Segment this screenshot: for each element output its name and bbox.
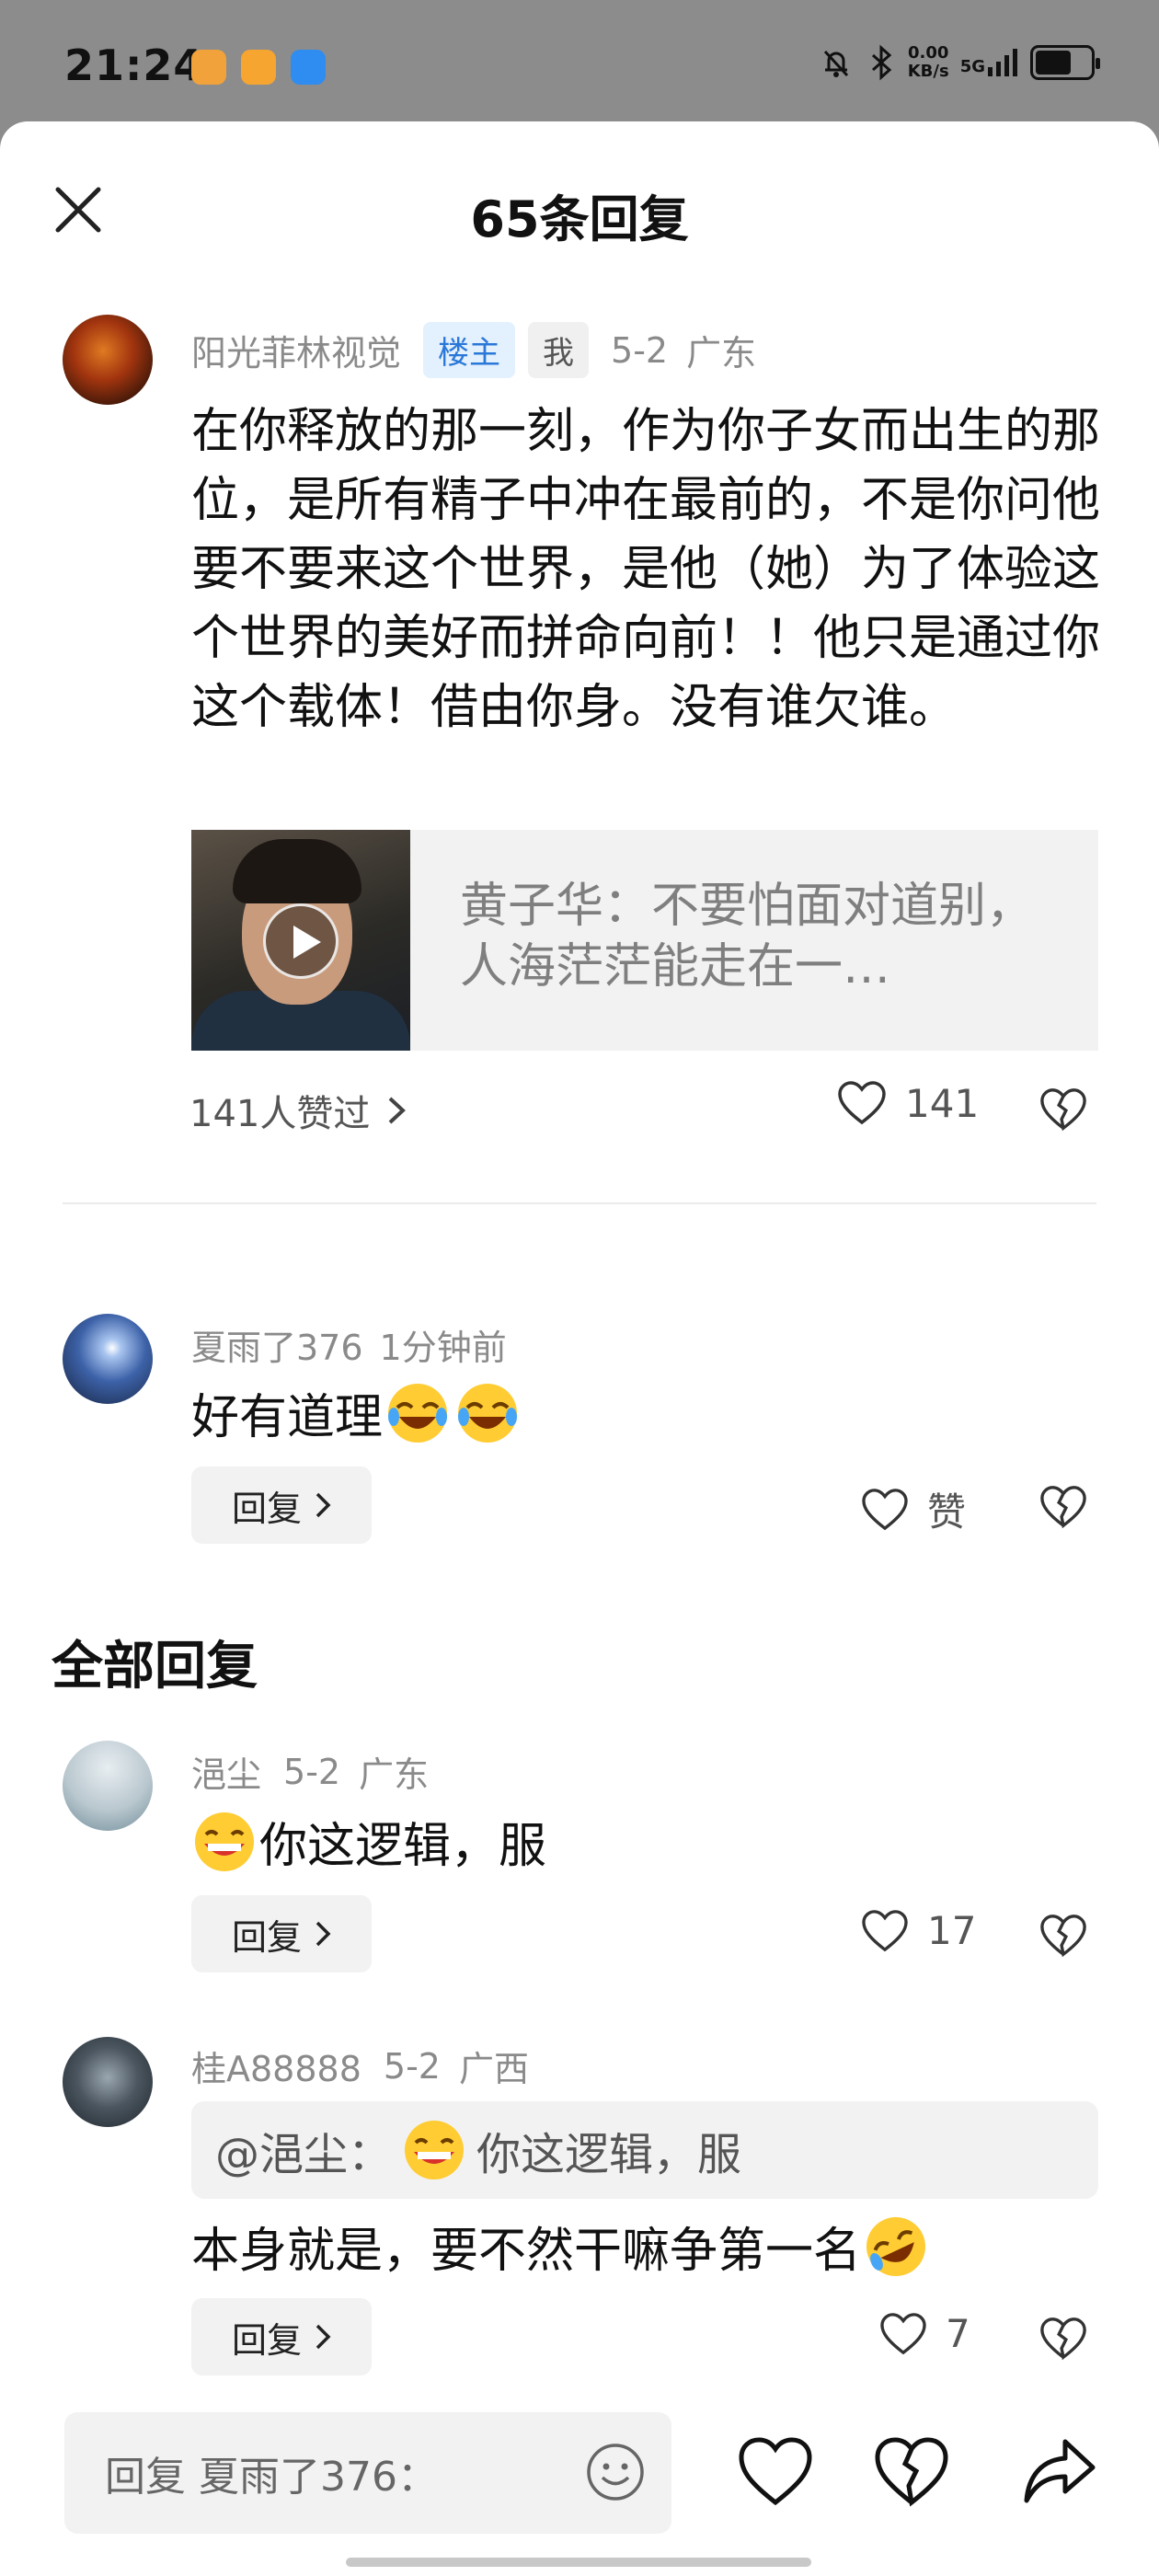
- comment-text-content: 好有道理: [191, 1390, 384, 1445]
- heart-icon: [838, 1081, 886, 1125]
- like-button[interactable]: 141: [837, 1080, 979, 1126]
- like-label: 赞: [927, 1489, 967, 1535]
- reply-button[interactable]: 回复: [191, 1895, 372, 1972]
- chevron-right-icon: [316, 1921, 331, 1947]
- status-time: 21:24: [64, 40, 204, 90]
- reply-button-label: 回复: [231, 2319, 302, 2361]
- comment-text-content: 你这逻辑，服: [259, 1819, 547, 1874]
- bluetooth-icon: [871, 44, 891, 81]
- battery-icon: [1030, 45, 1100, 80]
- like-button[interactable]: 赞: [861, 1481, 966, 1537]
- like-button[interactable]: 7: [879, 2311, 970, 2356]
- replies-sheet: 65条回复 阳光菲林视觉 楼主 我 5-2 广东 在你释放的那一刻，作为你子女而…: [0, 121, 1159, 2576]
- like-count: 7: [946, 2311, 970, 2356]
- comment-meta: 浥尘 5-2 广东: [191, 1746, 429, 1797]
- signal-indicator: 5G: [960, 49, 1019, 76]
- broken-heart-icon[interactable]: [872, 2432, 951, 2512]
- chevron-right-icon: [316, 2324, 331, 2350]
- play-icon[interactable]: [263, 903, 339, 979]
- home-indicator[interactable]: [346, 2558, 811, 2567]
- comment-text: 在你释放的那一刻，作为你子女而出生的那位，是所有精子中冲在最前的，不是你问他要不…: [191, 404, 1101, 735]
- me-badge: 我: [528, 322, 590, 378]
- reply-button-label: 回复: [231, 1488, 302, 1529]
- video-app-notification-icon: [241, 50, 276, 85]
- avatar[interactable]: [63, 1741, 153, 1831]
- rofl-emoji-icon: [866, 2217, 926, 2276]
- author-name[interactable]: 阳光菲林视觉: [191, 325, 401, 375]
- comment-text: 你这逻辑，服: [191, 1809, 1102, 1881]
- chevron-right-icon: [388, 1097, 407, 1124]
- broken-heart-icon[interactable]: [1039, 2315, 1087, 2363]
- avatar[interactable]: [63, 1314, 153, 1404]
- grin-emoji-icon: [195, 1812, 254, 1871]
- signal-bars-icon: [988, 49, 1017, 76]
- comment-meta: 阳光菲林视觉 楼主 我 5-2 广东: [191, 322, 756, 378]
- comment-meta: 夏雨了376 1分钟前: [191, 1319, 507, 1370]
- author-name[interactable]: 桂A88888: [191, 2041, 361, 2091]
- heart-icon: [862, 1909, 908, 1951]
- author-name[interactable]: 浥尘: [191, 1746, 261, 1797]
- quote-author: @浥尘：: [215, 2129, 393, 2180]
- thumbnail-hair: [233, 839, 361, 903]
- signal-type: 5G: [959, 57, 985, 76]
- sheet-title: 65条回复: [470, 190, 689, 248]
- comment-location: 广西: [458, 2049, 529, 2089]
- video-thumbnail[interactable]: [191, 830, 410, 1051]
- broken-heart-icon[interactable]: [1039, 1086, 1087, 1133]
- divider: [63, 1202, 1096, 1204]
- comment-text: 本身就是，要不然干嘛争第一名: [191, 2214, 1102, 2286]
- avatar[interactable]: [63, 315, 153, 405]
- reply-button[interactable]: 回复: [191, 2298, 372, 2375]
- network-speed-unit: KB/s: [907, 62, 949, 81]
- broken-heart-icon[interactable]: [1039, 1912, 1087, 1960]
- sheet-header: 65条回复: [0, 121, 1159, 296]
- video-title: 黄子华：不要怕面对道别，人海茫茫能走在一…: [460, 879, 1035, 995]
- reply-button[interactable]: 回复: [191, 1466, 372, 1544]
- comment-time: 1分钟前: [379, 1328, 507, 1368]
- laugh-cry-emoji-icon: [458, 1384, 518, 1443]
- heart-icon: [880, 2312, 926, 2354]
- reply-input[interactable]: 回复 夏雨了376：: [64, 2412, 671, 2534]
- likes-summary-label: 141人赞过: [189, 1093, 371, 1135]
- like-count: 17: [927, 1908, 977, 1953]
- like-heart-icon[interactable]: [736, 2432, 815, 2512]
- status-indicators: 0.00 KB/s 5G: [818, 44, 1100, 81]
- comment-date: 5-2: [611, 329, 669, 371]
- heart-icon: [862, 1488, 908, 1530]
- comment-date: 5-2: [283, 1751, 341, 1792]
- comment-date: 5-2: [383, 2045, 441, 2087]
- emoji-picker-icon[interactable]: [585, 2442, 646, 2502]
- owner-badge: 楼主: [423, 322, 516, 378]
- app-notification-icon: [291, 50, 326, 85]
- grin-emoji-icon: [405, 2121, 465, 2179]
- comment-text: 好有道理: [191, 1380, 1102, 1453]
- broken-heart-icon[interactable]: [1039, 1483, 1087, 1531]
- network-speed-value: 0.00: [907, 43, 949, 63]
- like-count: 141: [905, 1080, 980, 1126]
- like-button[interactable]: 17: [861, 1908, 976, 1953]
- reply-button-label: 回复: [231, 1916, 302, 1958]
- laugh-cry-emoji-icon: [388, 1384, 448, 1443]
- status-bar: 21:24 0.00 KB/s 5G: [0, 0, 1159, 129]
- reply-input-placeholder: 回复 夏雨了376：: [105, 2454, 438, 2501]
- comment-meta: 桂A88888 5-2 广西: [191, 2041, 529, 2091]
- video-card[interactable]: 黄子华：不要怕面对道别，人海茫茫能走在一…: [191, 830, 1098, 1051]
- app-notification-icon: [191, 50, 226, 85]
- comment-location: 广东: [359, 1754, 430, 1795]
- network-speed: 0.00 KB/s: [908, 44, 949, 81]
- quoted-comment[interactable]: @浥尘： 你这逻辑，服: [191, 2101, 1098, 2199]
- bottom-bar: 回复 夏雨了376：: [0, 2383, 1159, 2576]
- comment-text-content: 本身就是，要不然干嘛争第一名: [191, 2224, 862, 2279]
- author-name[interactable]: 夏雨了376: [191, 1319, 363, 1370]
- quote-text: 你这逻辑，服: [476, 2129, 742, 2180]
- likes-summary[interactable]: 141人赞过: [189, 1084, 407, 1137]
- mute-bell-icon: [823, 50, 848, 77]
- avatar[interactable]: [63, 2037, 153, 2127]
- comment-location: 广东: [686, 333, 757, 374]
- share-icon[interactable]: [1019, 2432, 1098, 2512]
- chevron-right-icon: [316, 1492, 331, 1518]
- section-title: 全部回复: [52, 1637, 258, 1696]
